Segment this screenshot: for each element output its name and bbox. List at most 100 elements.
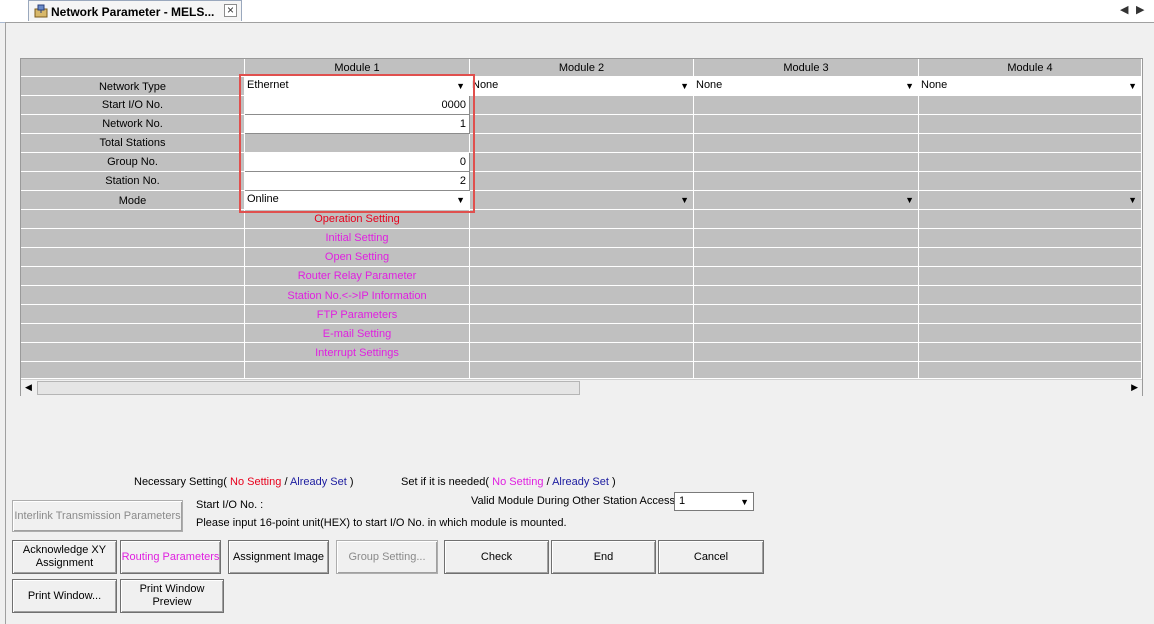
cancel-button[interactable]: Cancel xyxy=(658,540,764,574)
empty-cell xyxy=(919,305,1142,324)
module2-total-stations-cell xyxy=(470,134,694,153)
empty-cell xyxy=(694,343,919,362)
ftp-parameters-link[interactable]: FTP Parameters xyxy=(245,305,470,324)
module3-network-type-select[interactable]: None ▼ xyxy=(694,77,919,96)
valid-module-select[interactable]: 1 ▼ xyxy=(674,492,754,511)
column-header-module2: Module 2 xyxy=(470,59,694,77)
tab-title: Network Parameter - MELS... xyxy=(51,5,215,19)
valid-module-label: Valid Module During Other Station Access xyxy=(471,495,676,507)
chevron-down-icon[interactable]: ▼ xyxy=(680,192,689,208)
module1-network-type-select[interactable]: Ethernet ▼ xyxy=(245,77,470,96)
chevron-down-icon[interactable]: ▼ xyxy=(680,78,689,94)
empty-label-cell xyxy=(21,343,245,362)
print-window-preview-button[interactable]: Print Window Preview xyxy=(120,579,224,613)
module4-total-stations-cell xyxy=(919,134,1142,153)
legend-close: ) xyxy=(349,476,354,488)
module2-network-type-select[interactable]: None ▼ xyxy=(470,77,694,96)
module1-group-no-input[interactable]: 0 xyxy=(245,153,470,172)
assignment-image-button[interactable]: Assignment Image xyxy=(228,540,329,574)
module1-station-no-input[interactable]: 2 xyxy=(245,172,470,191)
email-setting-link[interactable]: E-mail Setting xyxy=(245,324,470,343)
empty-cell xyxy=(470,362,694,379)
select-value: 1 xyxy=(679,495,686,507)
operation-setting-link[interactable]: Operation Setting xyxy=(245,210,470,229)
module4-network-type-select[interactable]: None ▼ xyxy=(919,77,1142,96)
chevron-down-icon[interactable]: ▼ xyxy=(740,494,749,511)
module1-start-io-input[interactable]: 0000 xyxy=(245,96,470,115)
module3-station-no-cell xyxy=(694,172,919,191)
module2-group-no-cell xyxy=(470,153,694,172)
check-button[interactable]: Check xyxy=(444,540,549,574)
legend-label: Set if it is needed( xyxy=(401,476,490,488)
close-icon[interactable]: × xyxy=(224,4,237,17)
button-label-line1: Print Window xyxy=(139,583,205,595)
document-tab[interactable]: Network Parameter - MELS... × xyxy=(28,0,242,21)
empty-cell xyxy=(919,267,1142,286)
initial-setting-link[interactable]: Initial Setting xyxy=(245,229,470,248)
end-button[interactable]: End xyxy=(551,540,656,574)
empty-cell xyxy=(470,286,694,305)
chevron-down-icon[interactable]: ▼ xyxy=(456,78,465,94)
horizontal-scrollbar[interactable]: ◀ ▶ xyxy=(21,379,1142,397)
module4-station-no-cell xyxy=(919,172,1142,191)
empty-cell xyxy=(919,210,1142,229)
chevron-down-icon[interactable]: ▼ xyxy=(1128,192,1137,208)
scroll-left-arrow-icon[interactable]: ◀ xyxy=(25,382,32,393)
row-label-group-no: Group No. xyxy=(21,153,245,172)
module1-network-no-input[interactable]: 1 xyxy=(245,115,470,134)
document-tab-strip: Network Parameter - MELS... × ◀ ▶ xyxy=(0,0,1154,23)
module1-mode-select[interactable]: Online ▼ xyxy=(245,191,470,210)
scroll-right-arrow-icon[interactable]: ▶ xyxy=(1131,382,1138,393)
interlink-transmission-parameters-button[interactable]: Interlink Transmission Parameters xyxy=(12,500,183,532)
legend-label: Necessary Setting( xyxy=(134,476,227,488)
empty-cell xyxy=(470,229,694,248)
empty-cell xyxy=(919,248,1142,267)
empty-label-cell xyxy=(21,305,245,324)
start-io-label: Start I/O No. : xyxy=(196,499,264,511)
empty-label-cell xyxy=(21,210,245,229)
column-header-module3: Module 3 xyxy=(694,59,919,77)
module3-start-io-cell xyxy=(694,96,919,115)
select-value: None xyxy=(921,79,948,91)
empty-cell xyxy=(245,362,470,379)
router-relay-parameter-link[interactable]: Router Relay Parameter xyxy=(245,267,470,286)
legend-already-set: Already Set xyxy=(552,476,609,488)
row-label-mode: Mode xyxy=(21,191,245,210)
open-setting-link[interactable]: Open Setting xyxy=(245,248,470,267)
module3-mode-select[interactable]: ▼ xyxy=(694,191,919,210)
row-label-total-stations: Total Stations xyxy=(21,134,245,153)
empty-cell xyxy=(694,362,919,379)
print-window-button[interactable]: Print Window... xyxy=(12,579,117,613)
module2-mode-select[interactable]: ▼ xyxy=(470,191,694,210)
empty-cell xyxy=(919,324,1142,343)
empty-label-cell xyxy=(21,248,245,267)
row-label-station-no: Station No. xyxy=(21,172,245,191)
group-setting-button[interactable]: Group Setting... xyxy=(336,540,438,574)
column-header-module4: Module 4 xyxy=(919,59,1142,77)
scrollbar-thumb[interactable] xyxy=(37,381,580,395)
module4-mode-select[interactable]: ▼ xyxy=(919,191,1142,210)
interrupt-settings-link[interactable]: Interrupt Settings xyxy=(245,343,470,362)
empty-cell xyxy=(694,305,919,324)
module3-total-stations-cell xyxy=(694,134,919,153)
row-label-network-type: Network Type xyxy=(21,77,245,96)
chevron-down-icon[interactable]: ▼ xyxy=(905,192,914,208)
empty-cell xyxy=(694,267,919,286)
network-parameter-icon xyxy=(34,4,48,18)
chevron-down-icon[interactable]: ▼ xyxy=(905,78,914,94)
station-ip-information-link[interactable]: Station No.<->IP Information xyxy=(245,286,470,305)
chevron-down-icon[interactable]: ▼ xyxy=(1128,78,1137,94)
module3-group-no-cell xyxy=(694,153,919,172)
chevron-down-icon[interactable]: ▼ xyxy=(456,192,465,208)
acknowledge-xy-assignment-button[interactable]: Acknowledge XY Assignment xyxy=(12,540,117,574)
module2-start-io-cell xyxy=(470,96,694,115)
routing-parameters-button[interactable]: Routing Parameters xyxy=(120,540,221,574)
empty-label-cell xyxy=(21,286,245,305)
select-value: None xyxy=(696,79,723,91)
legend-close: ) xyxy=(612,476,616,488)
module4-group-no-cell xyxy=(919,153,1142,172)
scroll-left-icon[interactable]: ◀ xyxy=(1120,3,1128,16)
empty-label-cell xyxy=(21,362,245,379)
row-label-start-io: Start I/O No. xyxy=(21,96,245,115)
scroll-right-icon[interactable]: ▶ xyxy=(1136,3,1144,16)
